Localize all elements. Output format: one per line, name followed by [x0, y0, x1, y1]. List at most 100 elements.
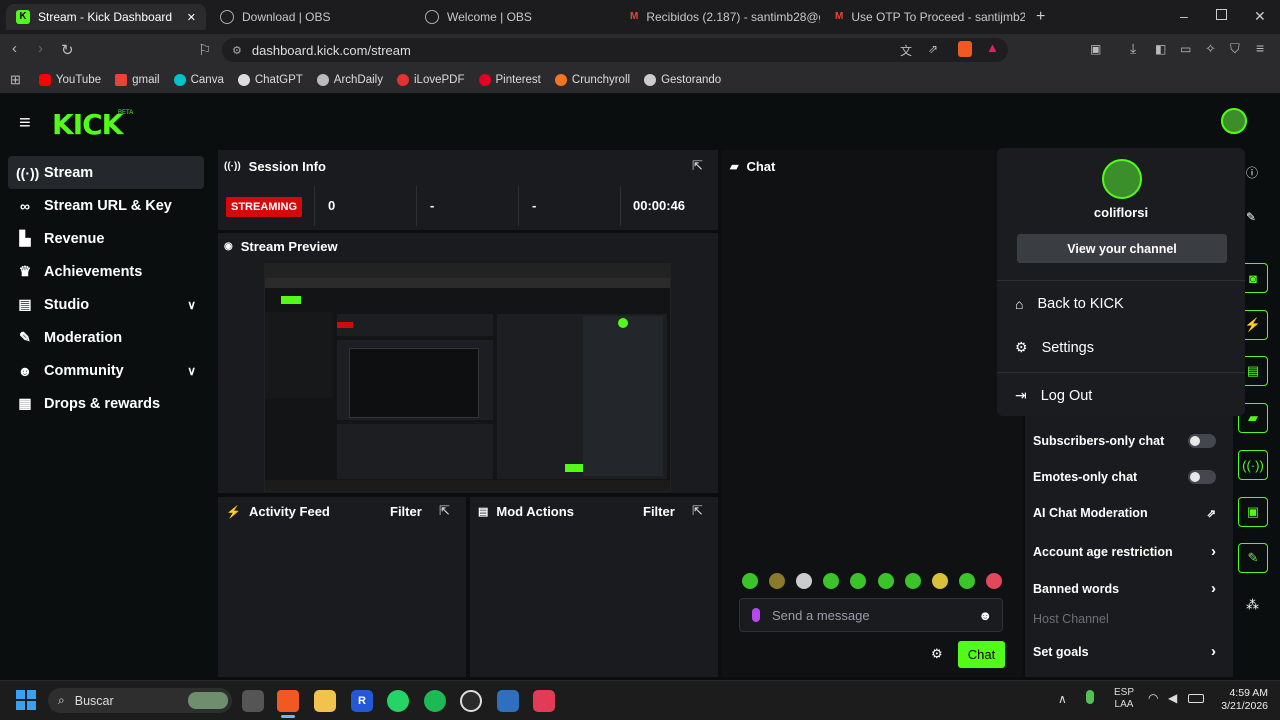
emote-icon[interactable]	[985, 573, 1002, 589]
sidebar-item-achievements[interactable]: ♛ Achievements	[8, 255, 204, 288]
taskbar-search[interactable]: ⌕ Buscar	[48, 688, 232, 713]
battery-icon[interactable]	[1188, 694, 1204, 703]
kick-logo[interactable]: KICK	[52, 108, 123, 141]
valorant-icon[interactable]	[533, 690, 555, 712]
mod-tools-action-button[interactable]: ✎	[1238, 543, 1268, 573]
sidebar-icon[interactable]: ▣	[1090, 42, 1101, 56]
edit-icon[interactable]: ✎	[1246, 210, 1256, 224]
task-view-icon[interactable]	[242, 690, 264, 712]
file-explorer-icon[interactable]	[314, 690, 336, 712]
downloads-icon[interactable]: ⤓	[1130, 40, 1136, 57]
bookmark-ilovepdf[interactable]: iLovePDF	[397, 73, 465, 86]
activity-filter-button[interactable]: Filter	[390, 504, 422, 519]
emote-icon[interactable]	[877, 573, 894, 589]
photos-icon[interactable]	[497, 690, 519, 712]
ai-chat-moderation-setting[interactable]: AI Chat Moderation ⇗	[1033, 506, 1216, 520]
microphone-tray-icon[interactable]	[1086, 690, 1094, 704]
windows-start-icon[interactable]	[16, 690, 36, 710]
maximize-icon[interactable]	[1216, 9, 1227, 20]
emote-icon[interactable]	[796, 573, 813, 589]
emote-icon[interactable]	[742, 573, 758, 589]
brave-rewards-icon[interactable]: ▲	[986, 40, 999, 55]
sidebar-item-stream-url[interactable]: ∞ Stream URL & Key	[8, 189, 204, 222]
tab-gmail-inbox[interactable]: M Recibidos (2.187) - santimb28@gmail	[620, 4, 820, 30]
close-tab-icon[interactable]: ✕	[187, 11, 196, 24]
sidebar-item-drops[interactable]: ▦ Drops & rewards	[8, 387, 204, 420]
mod-filter-button[interactable]: Filter	[643, 504, 675, 519]
emote-icon[interactable]	[958, 573, 975, 589]
bookmark-gestorando[interactable]: Gestorando	[644, 73, 721, 86]
bookmark-icon[interactable]: ⚐	[198, 41, 211, 59]
info-icon[interactable]: ⓘ	[1246, 164, 1258, 181]
taskbar-clock[interactable]: 4:59 AM 3/21/2026	[1214, 687, 1268, 713]
menu-item-log-out[interactable]: ⇥ Log Out	[1015, 387, 1092, 404]
microphone-icon[interactable]	[752, 608, 760, 622]
brave-browser-icon[interactable]	[277, 690, 299, 712]
tab-gmail-otp[interactable]: M Use OTP To Proceed - santijmb28@g	[825, 4, 1025, 30]
hamburger-menu-icon[interactable]: ≡	[19, 112, 31, 135]
brave-shields-icon[interactable]	[958, 41, 972, 57]
minimize-icon[interactable]: –	[1180, 8, 1188, 24]
panel-icon[interactable]: ◧	[1155, 42, 1166, 56]
more-actions-icon[interactable]: ⁂	[1246, 597, 1259, 613]
address-bar[interactable]: ⚙ dashboard.kick.com/stream	[222, 38, 1008, 62]
apps-grid-icon[interactable]: ⊞	[10, 72, 21, 88]
sidebar-item-revenue[interactable]: ▙ Revenue	[8, 222, 204, 255]
reload-icon[interactable]: ↻	[61, 41, 74, 59]
bookmark-crunchyroll[interactable]: Crunchyroll	[554, 73, 630, 86]
set-goals-setting[interactable]: Set goals ›	[1033, 643, 1216, 660]
bookmark-gmail[interactable]: gmail	[115, 73, 160, 86]
spotify-icon[interactable]	[424, 690, 446, 712]
bookmark-canva[interactable]: Canva	[173, 73, 224, 86]
account-age-setting[interactable]: Account age restriction ›	[1033, 543, 1216, 560]
popout-icon[interactable]: ⇱	[692, 158, 703, 174]
tab-download-obs[interactable]: Download | OBS	[210, 4, 410, 30]
emoji-icon[interactable]: ☻	[978, 608, 992, 623]
rustdesk-icon[interactable]: R	[351, 690, 373, 712]
site-info-icon[interactable]: ⚙	[232, 44, 242, 57]
broadcast-action-button[interactable]: ((·))	[1238, 450, 1268, 480]
tab-welcome-obs[interactable]: Welcome | OBS	[415, 4, 615, 30]
emote-icon[interactable]	[850, 573, 867, 589]
emote-icon[interactable]	[823, 573, 840, 589]
new-tab-icon[interactable]: +	[1036, 8, 1045, 26]
send-chat-button[interactable]: Chat	[958, 641, 1005, 668]
view-channel-button[interactable]: View your channel	[1017, 234, 1227, 263]
menu-icon[interactable]: ≡	[1256, 40, 1264, 56]
emote-icon[interactable]	[769, 573, 786, 589]
wallet-icon[interactable]: ▭	[1180, 42, 1191, 56]
chat-message-input[interactable]: Send a message ☻	[739, 598, 1003, 632]
sidebar-item-studio[interactable]: ▤ Studio ∨	[8, 288, 204, 321]
user-avatar[interactable]	[1221, 108, 1247, 134]
window-close-icon[interactable]: ✕	[1254, 8, 1266, 25]
wifi-icon[interactable]: ◠	[1148, 691, 1158, 705]
vpn-icon[interactable]: ⛉	[1230, 41, 1240, 57]
volume-icon[interactable]: ◀	[1168, 691, 1177, 705]
popout-icon[interactable]: ⇱	[692, 503, 703, 519]
bookmark-pinterest[interactable]: Pinterest	[478, 73, 541, 86]
obs-icon[interactable]	[460, 690, 482, 712]
emotes-only-toggle[interactable]	[1188, 470, 1216, 484]
sidebar-item-moderation[interactable]: ✎ Moderation	[8, 321, 204, 354]
subscribers-only-toggle[interactable]	[1188, 434, 1216, 448]
bookmark-youtube[interactable]: YouTube	[38, 73, 101, 86]
menu-item-settings[interactable]: ⚙ Settings	[1015, 339, 1094, 356]
back-icon[interactable]: ‹	[12, 40, 17, 57]
sidebar-item-stream[interactable]: ((·)) Stream	[8, 156, 204, 189]
emote-icon[interactable]	[931, 573, 948, 589]
whatsapp-icon[interactable]	[387, 690, 409, 712]
popout-icon[interactable]: ⇱	[439, 503, 450, 519]
forward-icon[interactable]: ›	[38, 40, 43, 57]
bookmark-archdaily[interactable]: ArchDaily	[316, 73, 383, 86]
leo-icon[interactable]: ✧	[1205, 41, 1216, 57]
tab-kick-dashboard[interactable]: K Stream - Kick Dashboard ✕	[6, 4, 206, 30]
menu-item-back-to-kick[interactable]: ⌂ Back to KICK	[1015, 296, 1124, 312]
chat-settings-gear-icon[interactable]: ⚙	[931, 646, 943, 662]
bookmark-chatgpt[interactable]: ChatGPT	[237, 73, 303, 86]
banned-words-setting[interactable]: Banned words ›	[1033, 580, 1216, 597]
tray-chevron-icon[interactable]: ∧	[1058, 692, 1067, 706]
raid-action-button[interactable]: ▣	[1238, 497, 1268, 527]
language-indicator[interactable]: ESP LAA	[1114, 687, 1134, 711]
share-icon[interactable]: ⇗	[928, 42, 938, 56]
translate-icon[interactable]: 文	[900, 42, 912, 59]
